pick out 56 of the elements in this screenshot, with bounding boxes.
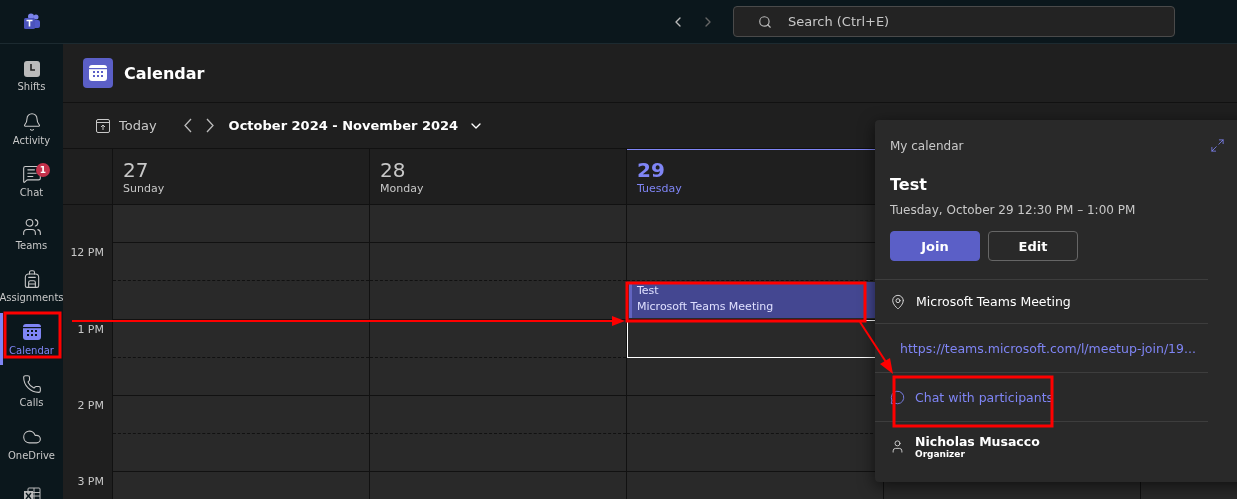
clock-icon [22,60,41,79]
weekday-label: Monday [380,182,424,195]
day-header[interactable]: 28 Monday [370,149,626,205]
rail-item[interactable]: Calls [0,365,63,418]
previous-button[interactable] [183,118,192,133]
people-icon [21,216,42,237]
location-text: Microsoft Teams Meeting [916,294,1071,309]
hour-label: 3 PM [76,474,105,489]
organizer-name: Nicholas Musacco [915,433,1040,449]
day-number: 29 [637,158,665,182]
today-button[interactable]: Today [95,117,157,134]
expand-icon[interactable] [1210,138,1225,153]
bell-icon [21,111,42,132]
join-button[interactable]: Join [890,231,980,261]
rail-item[interactable]: Teams [0,207,63,260]
highlight-box [3,311,62,359]
calendar-icon [21,321,42,342]
weekday-label: Sunday [123,182,165,195]
next-button[interactable] [205,118,214,133]
rail-item[interactable]: OneDrive [0,417,63,470]
rail-item[interactable]: Shifts [0,50,63,103]
event-title: Test [637,284,659,298]
meeting-link[interactable]: https://teams.microsoft.com/l/meetup-join/19... [900,340,1196,356]
weekday-label: Tuesday [637,182,682,195]
search-field[interactable]: Search (Ctrl+E) [733,6,1175,37]
date-range-picker[interactable]: October 2024 - November 2024 [228,117,485,134]
hour-label: 1 PM [76,321,105,336]
teams-logo[interactable] [22,12,41,31]
rail-item[interactable]: Activity [0,102,63,155]
day-number: 28 [380,158,406,182]
annotation-arrow [859,321,893,374]
day-header[interactable]: 27 Sunday [113,149,369,205]
event-subtitle: Microsoft Teams Meeting [637,300,774,314]
rail-item[interactable]: Assignments [0,260,63,313]
person-icon [890,438,905,454]
phone-icon [21,374,42,395]
calendar-name: My calendar [890,138,964,153]
chat-icon [890,389,905,405]
search-icon [758,14,772,29]
chevron-left-icon [183,118,192,133]
event-title: Test [890,175,927,194]
unread-badge: 1 [36,163,50,177]
event-time: Tuesday, October 29 12:30 PM – 1:00 PM [890,203,1136,217]
chat-link[interactable]: Chat with participants [915,389,1054,405]
day-number: 27 [123,158,149,182]
location-pin-icon [890,293,906,310]
page-title: Calendar [124,63,205,83]
hour-label: 12 PM [69,245,105,260]
chevron-right-icon [205,118,214,133]
search-input[interactable]: Search (Ctrl+E) [786,13,1174,30]
organizer-role: Organizer [915,448,966,459]
chat-icon [21,164,42,185]
calendar-today-icon [95,117,111,134]
hour-label: 2 PM [76,397,105,412]
rail-item[interactable]: Chat 1 [0,155,63,208]
edit-button[interactable]: Edit [988,231,1078,261]
